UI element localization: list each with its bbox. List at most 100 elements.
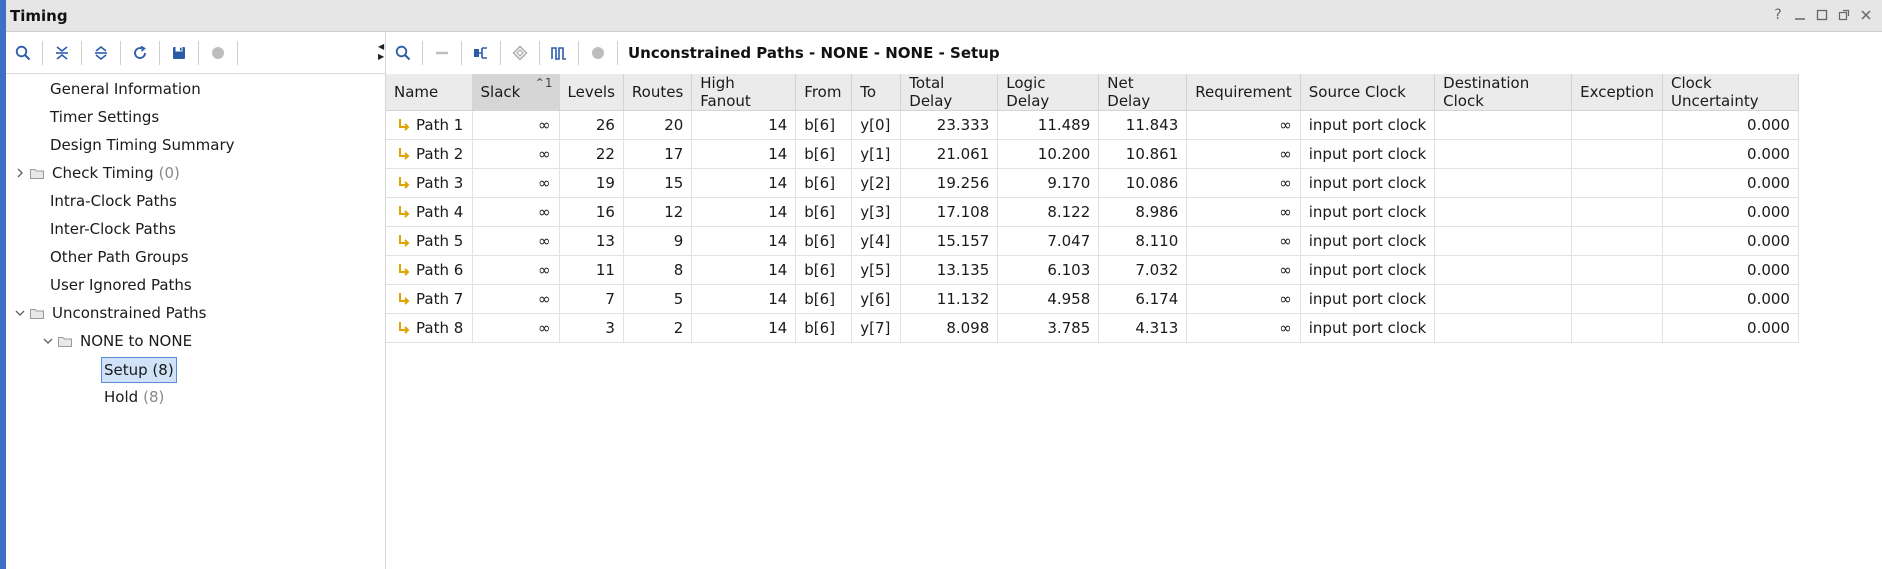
table-cell: 14 <box>691 168 797 198</box>
table-cell: 9 <box>623 226 693 256</box>
column-header-to[interactable]: To <box>851 74 902 111</box>
column-header-source-clock[interactable]: Source Clock <box>1300 74 1436 111</box>
table-cell: 8.986 <box>1098 197 1188 227</box>
maximize-icon[interactable] <box>1814 6 1830 24</box>
table-cell: ∞ <box>472 168 560 198</box>
table-cell: 0.000 <box>1662 197 1799 227</box>
stop-icon[interactable] <box>581 36 615 70</box>
tree-item-timer-settings[interactable]: Timer Settings <box>50 104 159 130</box>
path-name: Path 5 <box>416 232 464 250</box>
table-row[interactable]: Path 6 ∞ 11 8 14 b[6] y[5] 13.135 6.103 7.032 ∞ inp… <box>386 255 1799 285</box>
chevron-down-icon[interactable] <box>14 307 26 319</box>
column-header-slack[interactable]: Slack ⌃1 <box>472 74 560 111</box>
expand-all-icon[interactable] <box>84 36 118 70</box>
search-icon[interactable] <box>6 36 40 70</box>
column-header-net-delay[interactable]: Net Delay <box>1098 74 1188 111</box>
schematic-icon[interactable] <box>464 36 498 70</box>
table-cell: input port clock <box>1300 284 1436 314</box>
table-cell: 7 <box>559 284 624 314</box>
tree-item-check-timing[interactable]: Check Timing (0) <box>30 160 180 186</box>
save-icon[interactable] <box>162 36 196 70</box>
column-header-from[interactable]: From <box>795 74 853 111</box>
column-header-logic-delay[interactable]: Logic Delay <box>997 74 1100 111</box>
tree-item-hold[interactable]: Hold (8) <box>104 384 164 410</box>
tree-item-unconstrained-paths[interactable]: Unconstrained Paths <box>30 300 206 326</box>
close-icon[interactable] <box>1858 6 1874 24</box>
chevron-down-icon[interactable] <box>42 335 54 347</box>
search-icon[interactable] <box>386 36 420 70</box>
tree-item-user-ignored-paths[interactable]: User Ignored Paths <box>50 272 192 298</box>
minus-icon[interactable] <box>425 36 459 70</box>
table-row[interactable]: Path 4 ∞ 16 12 14 b[6] y[3] 17.108 8.122 8.986 ∞ in… <box>386 197 1799 227</box>
tree-item-setup[interactable]: Setup (8) <box>101 357 177 383</box>
minimize-icon[interactable] <box>1792 6 1808 24</box>
table-cell: y[3] <box>851 197 902 227</box>
table-row[interactable]: Path 1 ∞ 26 20 14 b[6] y[0] 23.333 11.489 11.843 ∞… <box>386 110 1799 140</box>
table-cell: 7.032 <box>1098 255 1188 285</box>
refresh-icon[interactable] <box>123 36 157 70</box>
column-header-exception[interactable]: Exception <box>1571 74 1663 111</box>
timing-path-icon <box>399 293 410 305</box>
timing-path-icon <box>399 206 410 218</box>
table-cell: Path 1 <box>386 110 473 140</box>
timing-path-icon <box>399 148 410 160</box>
highlight-icon[interactable] <box>503 36 537 70</box>
collapse-all-icon[interactable] <box>45 36 79 70</box>
column-header-routes[interactable]: Routes <box>623 74 693 111</box>
table-cell: input port clock <box>1300 197 1436 227</box>
tree-item-other-path-groups[interactable]: Other Path Groups <box>50 244 189 270</box>
table-cell: ∞ <box>1186 197 1301 227</box>
table-cell <box>1571 284 1663 314</box>
table-cell: 11 <box>559 255 624 285</box>
table-row[interactable]: Path 5 ∞ 13 9 14 b[6] y[4] 15.157 7.047 8.110 ∞ inp… <box>386 226 1799 256</box>
table-row[interactable]: Path 3 ∞ 19 15 14 b[6] y[2] 19.256 9.170 10.086 ∞ i… <box>386 168 1799 198</box>
table-cell <box>1571 226 1663 256</box>
float-window-icon[interactable] <box>1836 6 1852 24</box>
timing-path-icon <box>399 235 410 247</box>
table-row[interactable]: Path 7 ∞ 7 5 14 b[6] y[6] 11.132 4.958 6.174 ∞ inpu… <box>386 284 1799 314</box>
table-cell: 19 <box>559 168 624 198</box>
table-cell: 23.333 <box>900 110 999 140</box>
table-cell: 0.000 <box>1662 255 1799 285</box>
help-icon[interactable]: ? <box>1770 6 1786 24</box>
table-cell: 8 <box>623 255 693 285</box>
table-cell: 8.122 <box>997 197 1100 227</box>
table-cell: 3.785 <box>997 313 1100 343</box>
column-header-name[interactable]: Name <box>386 74 473 111</box>
table-cell: input port clock <box>1300 255 1436 285</box>
column-header-levels[interactable]: Levels <box>559 74 624 111</box>
table-cell: ∞ <box>1186 139 1301 169</box>
table-row[interactable]: Path 8 ∞ 3 2 14 b[6] y[7] 8.098 3.785 4.313 ∞ input… <box>386 313 1799 343</box>
table-cell: 6.103 <box>997 255 1100 285</box>
column-header-high-fanout[interactable]: High Fanout <box>691 74 797 111</box>
table-cell: y[2] <box>851 168 902 198</box>
tree-item-none-to-none[interactable]: NONE to NONE <box>58 328 192 354</box>
table-cell: 13 <box>559 226 624 256</box>
table-cell: 6.174 <box>1098 284 1188 314</box>
table-cell: Path 6 <box>386 255 473 285</box>
column-header-requirement[interactable]: Requirement <box>1186 74 1301 111</box>
column-header-clock-uncertainty[interactable]: Clock Uncertainty <box>1662 74 1799 111</box>
tree-item-inter-clock-paths[interactable]: Inter-Clock Paths <box>50 216 176 242</box>
table-cell: ∞ <box>1186 284 1301 314</box>
table-cell: 14 <box>691 226 797 256</box>
pane-collapse-arrows[interactable]: ◀ ▶ <box>378 42 386 66</box>
path-name: Path 8 <box>416 319 464 337</box>
column-header-total-delay[interactable]: Total Delay <box>900 74 999 111</box>
table-cell <box>1571 255 1663 285</box>
table-cell: Path 5 <box>386 226 473 256</box>
tree-item-design-timing-summary[interactable]: Design Timing Summary <box>50 132 235 158</box>
table-cell: 0.000 <box>1662 284 1799 314</box>
table-cell: 5 <box>623 284 693 314</box>
tree-item-intra-clock-paths[interactable]: Intra-Clock Paths <box>50 188 177 214</box>
stop-icon[interactable] <box>201 36 235 70</box>
table-cell: input port clock <box>1300 168 1436 198</box>
chevron-right-icon[interactable] <box>14 167 26 179</box>
paths-table: Name Slack ⌃1 Levels Routes High Fanout … <box>386 74 1799 343</box>
folder-icon <box>30 168 44 179</box>
table-cell: ∞ <box>1186 255 1301 285</box>
tree-item-general-information[interactable]: General Information <box>50 76 201 102</box>
table-row[interactable]: Path 2 ∞ 22 17 14 b[6] y[1] 21.061 10.200 10.861 ∞… <box>386 139 1799 169</box>
waveform-icon[interactable] <box>542 36 576 70</box>
column-header-destination-clock[interactable]: Destination Clock <box>1434 74 1573 111</box>
